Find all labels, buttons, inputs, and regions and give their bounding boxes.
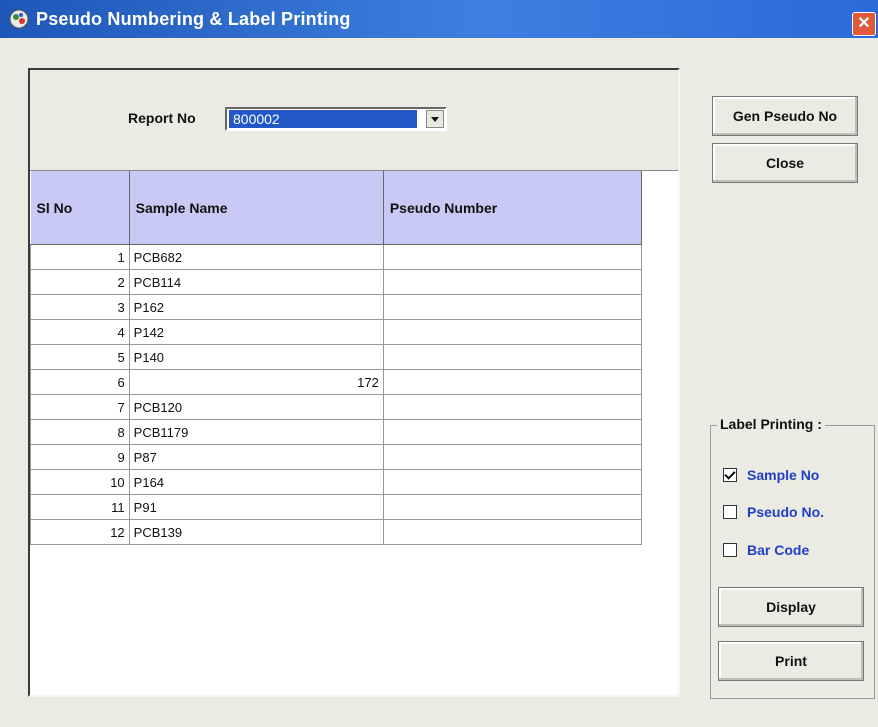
dialog-window: Pseudo Numbering & Label Printing ✕ Repo… <box>0 0 878 727</box>
sl-no-cell: 11 <box>30 494 130 520</box>
report-no-value: 800002 <box>229 110 417 128</box>
pseudo-number-cell[interactable] <box>382 419 643 445</box>
sample-name-cell[interactable]: PCB1179 <box>128 419 384 445</box>
pseudo-number-cell[interactable] <box>382 369 643 395</box>
pseudo-number-cell[interactable] <box>382 519 643 545</box>
pseudo-number-cell[interactable] <box>382 394 643 420</box>
table-row[interactable]: 10 P164 <box>30 469 643 495</box>
sample-name-cell[interactable]: P142 <box>128 319 384 345</box>
display-button[interactable]: Display <box>718 587 864 627</box>
sample-name-cell[interactable]: P91 <box>128 494 384 520</box>
table-row[interactable]: 3 P162 <box>30 294 643 320</box>
pseudo-no-label[interactable]: Pseudo No. <box>747 504 824 520</box>
window-title: Pseudo Numbering & Label Printing <box>36 9 351 29</box>
sl-no-cell: 4 <box>30 319 130 345</box>
label-printing-title: Label Printing : <box>717 416 825 432</box>
pseudo-number-cell[interactable] <box>382 444 643 470</box>
sl-no-cell: 7 <box>30 394 130 420</box>
table-row[interactable]: 11 P91 <box>30 494 643 520</box>
sl-no-cell: 8 <box>30 419 130 445</box>
sl-no-cell: 10 <box>30 469 130 495</box>
sample-panel: Report No 800002 Sl No Sample Name Pseud… <box>28 68 680 697</box>
column-header-sample-name[interactable]: Sample Name <box>129 171 384 245</box>
pseudo-number-cell[interactable] <box>382 469 643 495</box>
pseudo-number-cell[interactable] <box>382 294 643 320</box>
table-row[interactable]: 12 PCB139 <box>30 519 643 545</box>
gen-pseudo-no-button[interactable]: Gen Pseudo No <box>712 96 858 136</box>
sl-no-cell: 5 <box>30 344 130 370</box>
pseudo-number-cell[interactable] <box>382 244 643 270</box>
print-button[interactable]: Print <box>718 641 864 681</box>
pseudo-no-checkbox[interactable] <box>723 505 737 519</box>
sample-name-cell[interactable]: P162 <box>128 294 384 320</box>
sl-no-cell: 12 <box>30 519 130 545</box>
app-icon <box>9 9 29 29</box>
samples-table: Sl No Sample Name Pseudo Number 1 PCB682 … <box>30 171 643 545</box>
sample-name-cell[interactable]: PCB120 <box>128 394 384 420</box>
table-row[interactable]: 2 PCB114 <box>30 269 643 295</box>
sl-no-cell: 1 <box>30 244 130 270</box>
table-header-row: Sl No Sample Name Pseudo Number <box>30 171 643 245</box>
report-selector-bar: Report No 800002 <box>30 70 678 171</box>
report-no-label: Report No <box>128 110 196 126</box>
column-header-sl-no[interactable]: Sl No <box>30 171 130 245</box>
table-row[interactable]: 4 P142 <box>30 319 643 345</box>
title-bar: Pseudo Numbering & Label Printing ✕ <box>0 0 878 38</box>
close-button[interactable]: Close <box>712 143 858 183</box>
pseudo-number-cell[interactable] <box>382 319 643 345</box>
bar-code-option[interactable]: Bar Code <box>723 542 809 558</box>
pseudo-no-option[interactable]: Pseudo No. <box>723 504 824 520</box>
label-printing-group: Label Printing : Sample No Pseudo No. Ba… <box>710 416 875 699</box>
chevron-down-icon[interactable] <box>426 110 444 128</box>
sample-name-cell[interactable]: P87 <box>128 444 384 470</box>
bar-code-checkbox[interactable] <box>723 543 737 557</box>
sl-no-cell: 6 <box>30 369 130 395</box>
table-row[interactable]: 7 PCB120 <box>30 394 643 420</box>
table-row[interactable]: 8 PCB1179 <box>30 419 643 445</box>
table-row[interactable]: 1 PCB682 <box>30 244 643 270</box>
table-row[interactable]: 9 P87 <box>30 444 643 470</box>
table-row[interactable]: 5 P140 <box>30 344 643 370</box>
bar-code-label[interactable]: Bar Code <box>747 542 809 558</box>
pseudo-number-cell[interactable] <box>382 494 643 520</box>
sl-no-cell: 2 <box>30 269 130 295</box>
sample-no-option[interactable]: Sample No <box>723 467 819 483</box>
sample-name-cell[interactable]: P140 <box>128 344 384 370</box>
sample-no-checkbox[interactable] <box>723 468 737 482</box>
sample-name-cell[interactable]: PCB114 <box>128 269 384 295</box>
column-header-pseudo-number[interactable]: Pseudo Number <box>383 171 643 245</box>
table-row[interactable]: 6 172 <box>30 369 643 395</box>
sl-no-cell: 9 <box>30 444 130 470</box>
report-no-dropdown[interactable]: 800002 <box>225 107 447 131</box>
sample-no-label[interactable]: Sample No <box>747 467 819 483</box>
sample-name-cell[interactable]: PCB139 <box>128 519 384 545</box>
sl-no-cell: 3 <box>30 294 130 320</box>
pseudo-number-cell[interactable] <box>382 344 643 370</box>
sample-name-cell[interactable]: P164 <box>128 469 384 495</box>
pseudo-number-cell[interactable] <box>382 269 643 295</box>
sample-name-cell[interactable]: PCB682 <box>128 244 384 270</box>
close-window-icon[interactable]: ✕ <box>852 12 876 36</box>
sample-name-cell[interactable]: 172 <box>128 369 384 395</box>
